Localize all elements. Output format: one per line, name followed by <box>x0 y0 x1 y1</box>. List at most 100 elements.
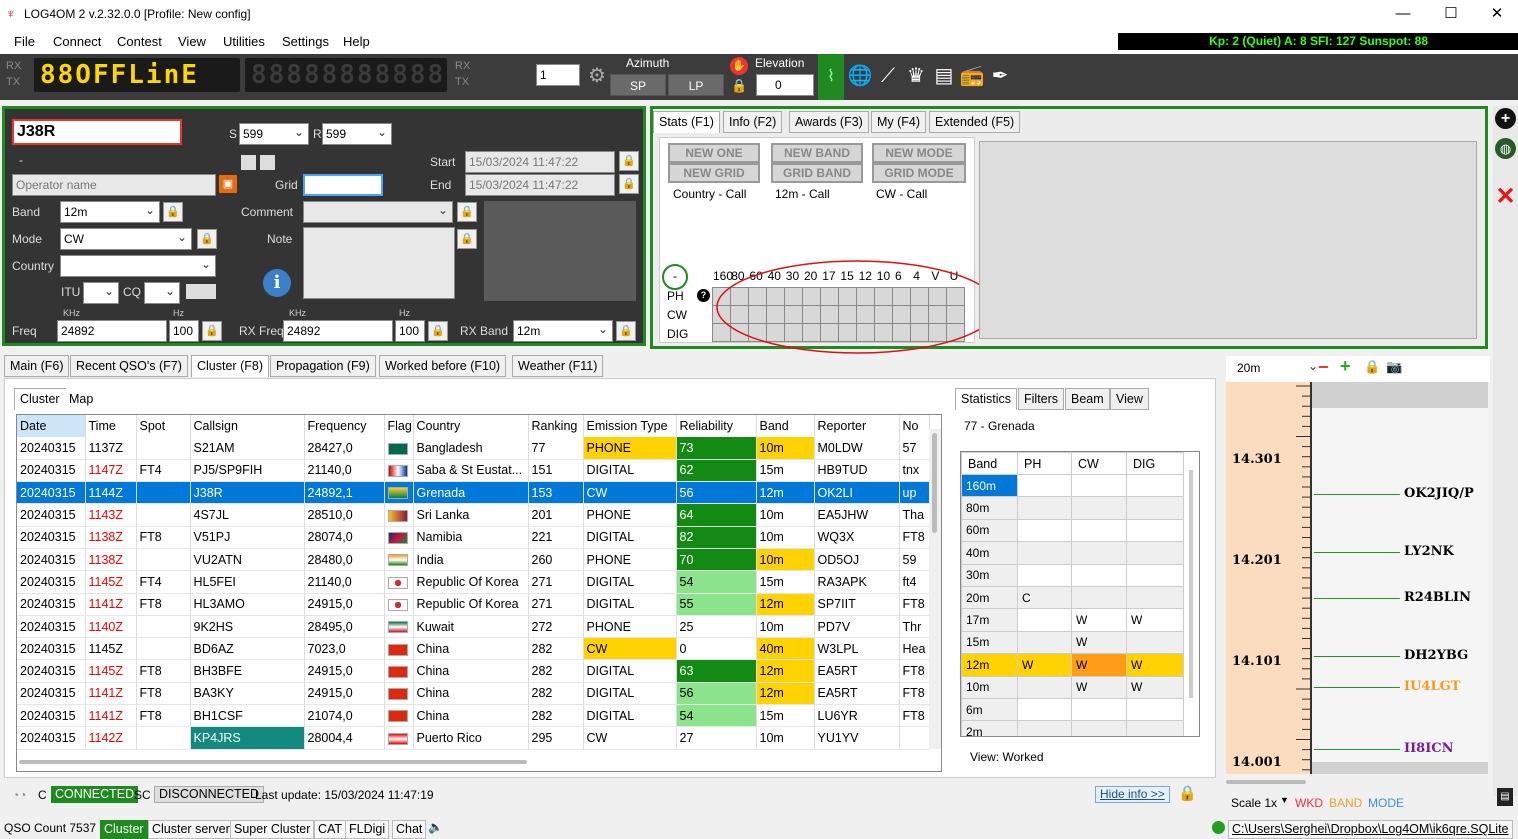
cluster-col-country[interactable]: Country <box>413 415 529 437</box>
freq-lock-icon[interactable]: 🔒 <box>202 321 222 341</box>
cluster-col-reliability[interactable]: Reliability <box>676 415 757 437</box>
cluster-row[interactable]: 20240315 1141Z FT8 BH1CSF 21074,0 China 282 DIG… <box>17 704 930 728</box>
maximize-button[interactable]: ☐ <box>1428 0 1474 30</box>
status-fldigi[interactable]: FLDigi <box>345 820 390 839</box>
bandmap-scroll[interactable] <box>1226 780 1306 784</box>
band-stats-row[interactable]: 17m W W <box>961 608 1184 632</box>
status-super-cluster[interactable]: Super Cluster <box>230 820 315 839</box>
camera-icon[interactable]: 📷 <box>1386 359 1402 375</box>
status-chat[interactable]: Chat <box>392 820 427 839</box>
spot-callsign[interactable]: II8ICN <box>1404 741 1454 756</box>
cluster-col-frequency[interactable]: Frequency <box>304 415 385 437</box>
cluster-col-emission-type[interactable]: Emission Type <box>583 415 677 437</box>
cluster-col-ranking[interactable]: Ranking <box>528 415 584 437</box>
band-stats-scroll[interactable] <box>1189 470 1193 698</box>
rx-band-lock-icon[interactable]: 🔒 <box>616 321 636 341</box>
callsign-input[interactable]: J38R <box>12 119 182 145</box>
cluster-row[interactable]: 20240315 1145Z FT8 BH3BFE 24915,0 China 282 DIG… <box>17 659 930 683</box>
cat-signal-icon[interactable]: ⌇ <box>818 54 844 100</box>
zoom-out-icon[interactable]: − <box>1318 358 1329 376</box>
pen-icon[interactable]: ✒ <box>986 62 1014 90</box>
info-icon[interactable]: i <box>263 269 291 297</box>
server-side-icon[interactable]: ▤ <box>1497 788 1513 806</box>
help-icon[interactable]: ? <box>697 289 710 302</box>
band-stats-row[interactable]: 10m W W <box>961 675 1184 699</box>
band-stats-row[interactable]: 12m W W W <box>961 653 1184 677</box>
qsl-sent-box[interactable] <box>241 155 256 170</box>
tab-cluster[interactable]: Cluster (F8) <box>191 355 269 377</box>
comment-lock-icon[interactable]: 🔒 <box>457 202 477 222</box>
cq-select[interactable] <box>144 282 180 304</box>
cluster-row[interactable]: 20240315 1140Z 9K2HS 28495,0 Kuwait 272 PHONE 2… <box>17 615 930 639</box>
band-stats-row[interactable]: 20m C <box>961 585 1184 610</box>
crown-icon[interactable]: ♛ <box>902 62 930 90</box>
menu-file[interactable]: File <box>14 34 35 49</box>
cluster-col-spot[interactable]: Spot <box>136 415 191 437</box>
menu-view[interactable]: View <box>178 34 206 49</box>
cluster-col-time[interactable]: Time <box>85 415 137 437</box>
note-lock-icon[interactable]: 🔒 <box>457 229 477 249</box>
tab-awards[interactable]: Awards (F3) <box>789 111 869 133</box>
tab-worked-before[interactable]: Worked before (F10) <box>379 355 507 377</box>
start-lock-icon[interactable]: 🔒 <box>619 151 639 171</box>
rx-freq-lock-icon[interactable]: 🔒 <box>428 321 448 341</box>
cluster-row[interactable]: 20240315 1147Z FT4 PJ5/SP9FIH 21140,0 Saba & … <box>17 459 930 483</box>
cluster-col-date[interactable]: Date <box>17 415 86 437</box>
cluster-row[interactable]: 20240315 1141Z FT8 HL3AMO 24915,0 Republic Of… <box>17 593 930 616</box>
menu-contest[interactable]: Contest <box>117 34 162 49</box>
comment-select[interactable] <box>303 201 453 223</box>
rst-rcvd-select[interactable]: 599 <box>322 123 392 145</box>
band-stats-row[interactable]: 160m <box>961 473 1184 498</box>
end-time-input[interactable]: 15/03/2024 11:47:22 <box>465 174 615 196</box>
menu-settings[interactable]: Settings <box>282 34 329 49</box>
cluster-row[interactable]: 20240315 1144Z J38R 24892,1 Grenada 153 CW 56 12… <box>17 481 930 505</box>
delete-icon[interactable]: ✕ <box>1494 184 1517 210</box>
operator-name-input[interactable]: Operator name <box>12 174 216 196</box>
cluster-row[interactable]: 20240315 1141Z FT8 BA3KY 24915,0 China 282 DIGI… <box>17 682 930 706</box>
band-stats-row[interactable]: 6m <box>961 697 1184 722</box>
grid-band-button[interactable]: GRID BAND <box>771 163 863 183</box>
mode-filter[interactable]: MODE <box>1368 796 1404 810</box>
tab-extended[interactable]: Extended (F5) <box>929 111 1021 133</box>
tab-stats[interactable]: Stats (F1) <box>653 111 720 133</box>
grid-mode-button[interactable]: GRID MODE <box>872 163 966 183</box>
globe-icon[interactable]: 🌐 <box>846 62 874 90</box>
new-mode-button[interactable]: NEW MODE <box>872 143 966 163</box>
add-qso-icon[interactable]: + <box>1495 108 1516 129</box>
new-one-button[interactable]: NEW ONE <box>668 143 760 163</box>
spot-callsign[interactable]: IU4LGT <box>1404 679 1460 694</box>
scale-dropdown-icon[interactable]: ▼ <box>1280 795 1289 805</box>
qrz-lookup-icon[interactable]: ▣ <box>219 175 237 193</box>
cluster-row[interactable]: 20240315 1142Z KP4JRS 28004,4 Puerto Rico 295… <box>17 726 930 750</box>
band-stats-row[interactable]: 40m <box>961 541 1184 565</box>
rx-freq-input[interactable]: 24892 <box>283 320 393 342</box>
cluster-col-no[interactable]: No <box>899 415 930 437</box>
spot-callsign[interactable]: R24BLIN <box>1404 590 1471 605</box>
tab-weather[interactable]: Weather (F11) <box>512 355 604 377</box>
tab-filters[interactable]: Filters <box>1018 388 1065 410</box>
stop-rotor-icon[interactable]: ✋ <box>730 57 748 75</box>
tab-propagation[interactable]: Propagation (F9) <box>270 355 376 377</box>
band-stats-row[interactable]: 60m <box>961 518 1184 543</box>
tab-recent-qsos[interactable]: Recent QSO's (F7) <box>70 355 188 377</box>
rst-sent-select[interactable]: 599 <box>239 123 309 145</box>
cluster-col-callsign[interactable]: Callsign <box>190 415 305 437</box>
band-lock-icon[interactable]: 🔒 <box>163 202 183 222</box>
menu-utilities[interactable]: Utilities <box>223 34 265 49</box>
cluster-row[interactable]: 20240315 1137Z S21AM 28427,0 Bangladesh 77 PHO… <box>17 437 930 460</box>
speaker-icon[interactable]: 🔈 <box>428 820 443 834</box>
scale-select[interactable]: Scale 1x <box>1231 796 1277 810</box>
gear-icon[interactable]: ⚙ <box>583 62 611 90</box>
server-icon[interactable]: ▤ <box>930 62 958 90</box>
qsl-rcvd-box[interactable] <box>260 155 275 170</box>
tab-view[interactable]: View <box>1110 388 1149 410</box>
cluster-subtab-map[interactable]: Map <box>64 389 99 411</box>
elevation-input[interactable]: 0 <box>756 74 814 96</box>
grid-input[interactable] <box>303 174 383 196</box>
lock-icon[interactable]: 🔒 <box>731 78 747 94</box>
freq-input[interactable]: 24892 <box>57 320 167 342</box>
minimize-button[interactable]: — <box>1380 0 1426 30</box>
zoom-in-icon[interactable]: + <box>1340 357 1351 375</box>
cluster-col-reporter[interactable]: Reporter <box>814 415 900 437</box>
start-time-input[interactable]: 15/03/2024 11:47:22 <box>465 151 615 173</box>
